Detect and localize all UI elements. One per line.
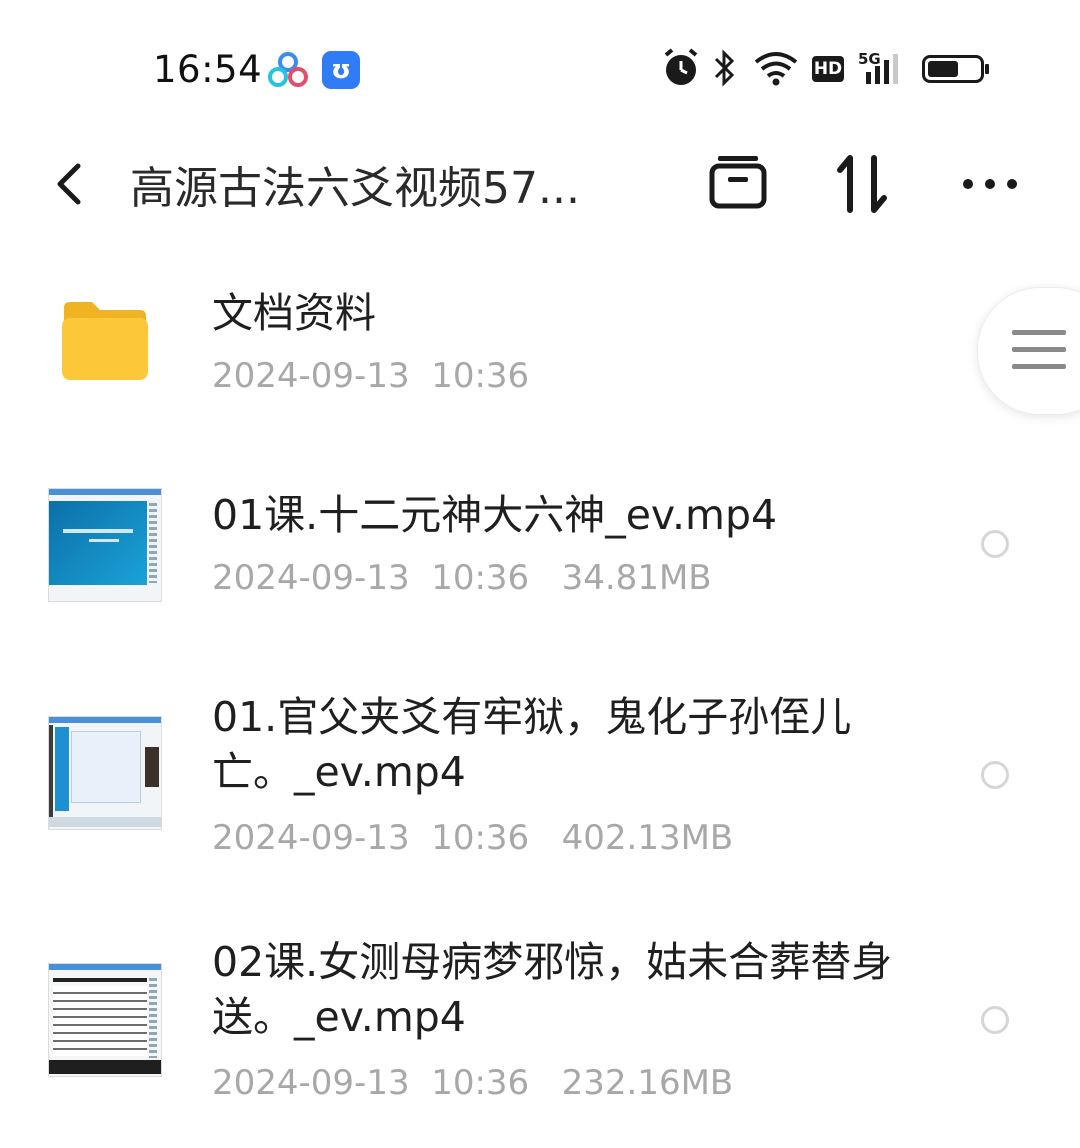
video-thumbnail (48, 963, 162, 1077)
hd-label: HD (813, 59, 843, 79)
file-name: 文档资料 (212, 289, 376, 337)
more-icon[interactable] (954, 148, 1026, 220)
folder-icon (62, 302, 148, 380)
video-thumbnail (48, 488, 162, 602)
menu-icon (1012, 330, 1066, 369)
select-radio[interactable] (981, 1006, 1009, 1034)
alarm-icon (664, 48, 698, 85)
list-item-video[interactable]: 01.官父夹爻有牢狱，鬼化子孙侄儿亡。_ev.mp4 2024-09-13 10… (0, 690, 1080, 870)
bluetooth-icon (714, 49, 735, 87)
file-meta: 2024-09-13 10:36 34.81MB (212, 558, 712, 598)
app-pinwheel-icon (268, 52, 308, 87)
list-item-video[interactable]: 01课.十二元神大六神_ev.mp4 2024-09-13 10:36 34.8… (0, 470, 1080, 620)
file-meta: 2024-09-13 10:36 232.16MB (212, 1063, 734, 1103)
select-radio[interactable] (981, 761, 1009, 789)
file-name: 01课.十二元神大六神_ev.mp4 (212, 491, 778, 539)
file-name: 01.官父夹爻有牢狱，鬼化子孙侄儿亡。_ev.mp4 (212, 693, 852, 796)
back-icon[interactable] (44, 156, 100, 212)
archive-icon[interactable] (702, 148, 774, 220)
header: 高源古法六爻视频57... (0, 130, 1080, 240)
sort-icon[interactable] (826, 148, 898, 220)
video-thumbnail (48, 716, 162, 830)
app-notification-icon: ʊ (322, 51, 360, 89)
battery-icon (922, 55, 989, 83)
wifi-icon (754, 52, 798, 86)
status-time: 16:54 (153, 48, 263, 91)
file-meta: 2024-09-13 10:36 402.13MB (212, 818, 734, 858)
file-name: 02课.女测母病梦邪惊，姑未合葬替身送。_ev.mp4 (212, 938, 893, 1041)
list-item-folder[interactable]: 文档资料 2024-09-13 10:36 (0, 270, 1080, 420)
list-item-video[interactable]: 02课.女测母病梦邪惊，姑未合葬替身送。_ev.mp4 2024-09-13 1… (0, 935, 1080, 1115)
5g-signal-icon: 5G (858, 50, 908, 86)
hd-icon: HD (812, 56, 844, 82)
select-radio[interactable] (981, 530, 1009, 558)
file-meta: 2024-09-13 10:36 (212, 356, 530, 396)
page-title: 高源古法六爻视频57... (130, 163, 580, 214)
status-bar: 16:54 ʊ HD 5G (0, 0, 1080, 130)
